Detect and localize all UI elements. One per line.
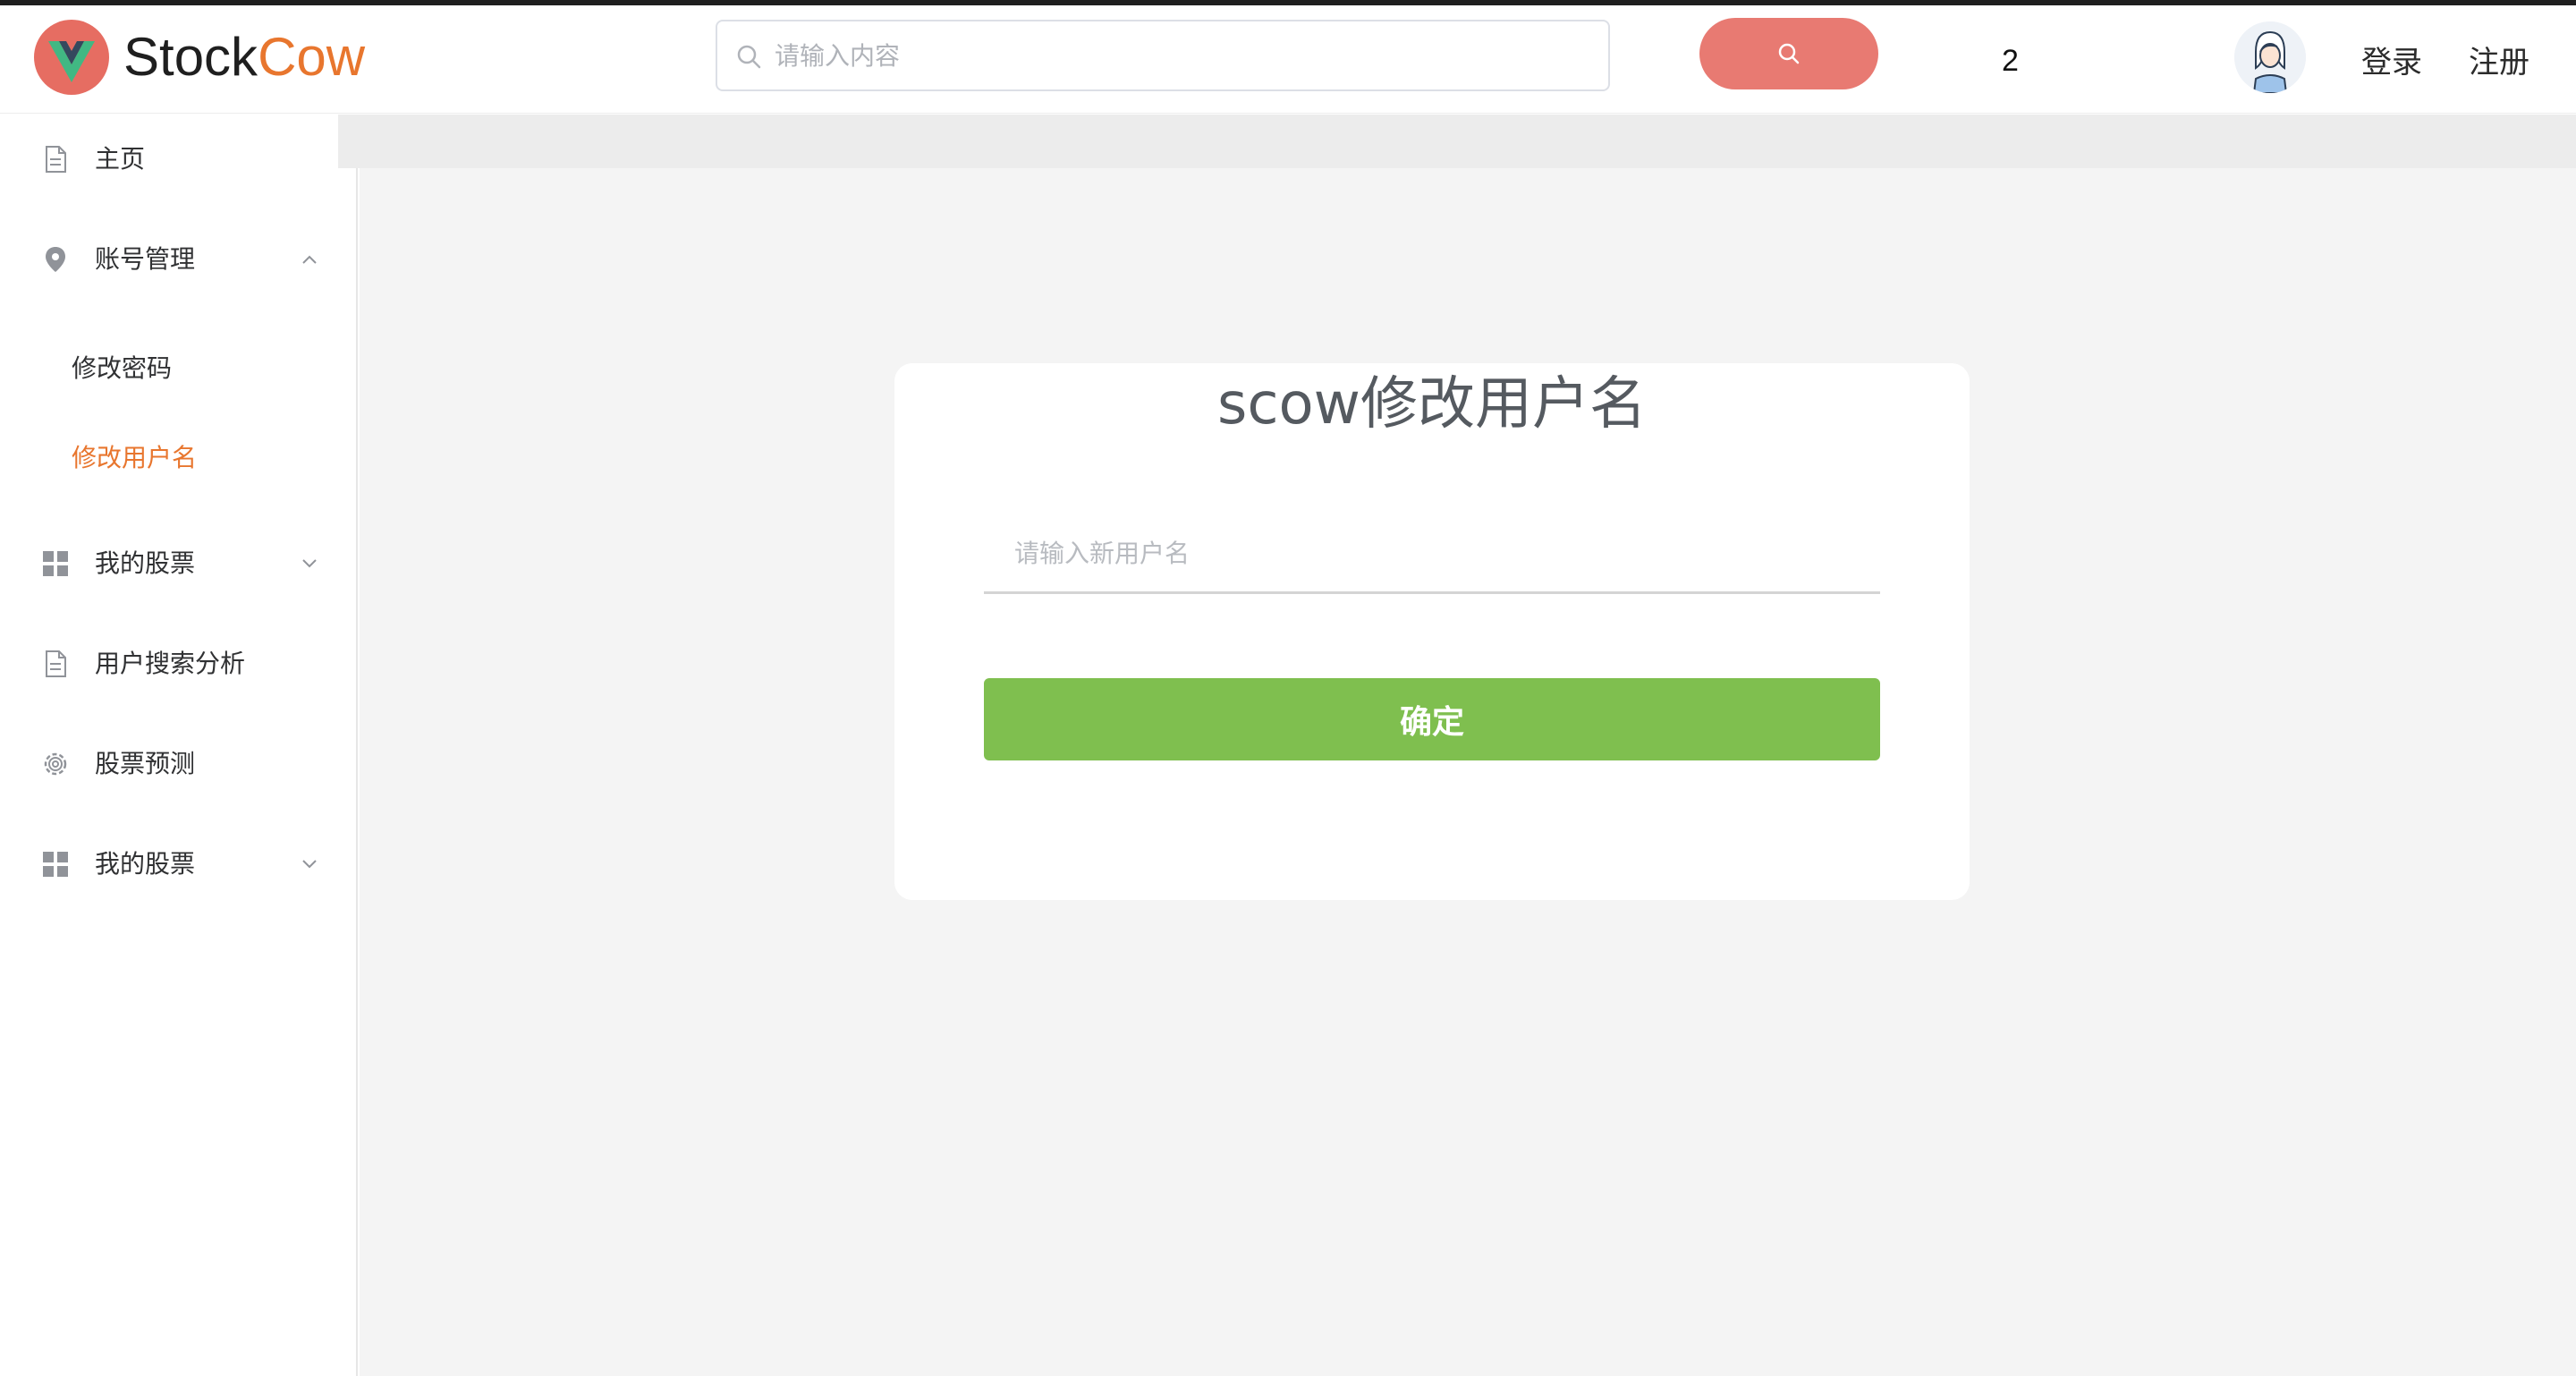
new-username-input[interactable] [1013,530,1853,576]
sidebar-item-label: 主页 [95,144,146,174]
brand-logo-text[interactable]: StockCow [123,25,365,89]
location-icon [41,245,70,274]
chevron-down-icon [301,555,318,573]
brand-stock: Stock [123,27,258,87]
search-field[interactable] [716,20,1610,91]
sidebar-subitem-label: 修改用户名 [72,443,198,472]
sidebar-item-label: 我的股票 [95,849,196,879]
sidebar-item-my-stocks-2[interactable]: 我的股票 [0,820,358,909]
search-input[interactable] [773,32,1578,79]
sidebar-item-label: 我的股票 [95,548,196,578]
notification-count: 2 [2002,44,2019,78]
search-icon [735,43,762,70]
page-title: scow修改用户名 [1216,371,1648,437]
username-field[interactable] [984,510,1880,594]
main-topbar [338,115,2576,168]
sidebar-item-label: 用户搜索分析 [95,649,246,678]
sidebar-subitem-change-username[interactable]: 修改用户名 [0,417,358,497]
sidebar-item-home[interactable]: 主页 [0,115,358,204]
gear-icon [41,750,70,778]
grid-icon [41,549,70,578]
sidebar-item-account[interactable]: 账号管理 [0,215,358,304]
sidebar: 主页 账号管理 修改密码 修改用户名 我的股票 用户搜索分析 股票预测 我的股票 [0,115,358,1376]
change-username-card: scow修改用户名 确定 [894,363,1970,900]
main-content: scow修改用户名 确定 [338,115,2576,1376]
sidebar-item-stock-prediction[interactable]: 股票预测 [0,719,358,809]
grid-icon [41,850,70,879]
chevron-down-icon [301,855,318,873]
sidebar-subitem-change-password[interactable]: 修改密码 [0,327,358,408]
search-icon [1778,43,1800,64]
chevron-up-icon [301,251,318,268]
avatar-icon [2234,21,2306,93]
brand-cow: Cow [258,27,366,87]
vue-logo-icon[interactable] [34,20,109,95]
sidebar-item-label: 股票预测 [95,749,196,778]
sidebar-item-search-analysis[interactable]: 用户搜索分析 [0,619,358,709]
login-link[interactable]: 登录 [2361,45,2422,81]
sidebar-item-my-stocks[interactable]: 我的股票 [0,519,358,608]
sidebar-subitem-label: 修改密码 [72,353,173,383]
register-link[interactable]: 注册 [2469,45,2529,81]
header: StockCow 2 登录 注册 [0,5,2576,114]
user-avatar[interactable] [2234,21,2306,93]
document-icon [41,145,70,174]
search-button[interactable] [1699,18,1878,89]
sidebar-item-label: 账号管理 [95,244,196,274]
document-icon [41,650,70,678]
confirm-button[interactable]: 确定 [984,678,1880,760]
